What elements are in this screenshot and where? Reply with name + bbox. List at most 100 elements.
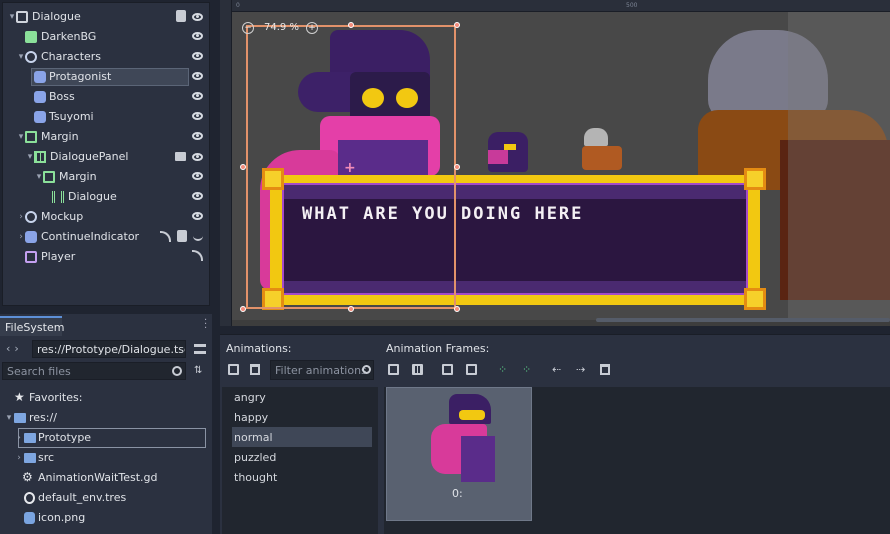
chevron-right-icon[interactable]: › [14, 433, 24, 443]
visibility-eye-icon[interactable] [192, 132, 203, 140]
folder-icon [24, 453, 36, 463]
insert-before-icon[interactable]: ⁘ [498, 364, 510, 376]
visibility-eye-icon[interactable] [192, 92, 203, 100]
fs-item-prototype[interactable]: › Prototype [0, 428, 210, 448]
tree-item-tsuyomi[interactable]: Tsuyomi [3, 107, 209, 127]
small-protagonist-scarf [488, 150, 508, 164]
tree-item-characters[interactable]: ▾ Characters [3, 47, 209, 67]
visibility-eye-icon[interactable] [192, 152, 203, 161]
signal-icon[interactable] [192, 250, 203, 261]
resize-handle[interactable] [240, 164, 246, 170]
copy-icon[interactable] [442, 364, 454, 376]
delete-frame-icon[interactable] [600, 364, 612, 376]
tree-item-margin-nested[interactable]: ▾ Margin [3, 167, 209, 187]
visibility-eye-icon[interactable] [192, 13, 203, 21]
horizontal-scrollbar[interactable] [596, 318, 890, 322]
node-circle-icon [25, 211, 37, 223]
pivot-cross-icon[interactable]: + [344, 160, 356, 176]
resize-handle[interactable] [348, 22, 354, 28]
resize-handle[interactable] [240, 306, 246, 312]
history-nav-icons[interactable]: ‹› [6, 342, 23, 355]
search-files-input[interactable]: Search files [2, 362, 186, 380]
margin-container-icon [25, 131, 37, 143]
tree-item-label: Dialogue [32, 10, 81, 23]
fs-item-label: default_env.tres [38, 491, 127, 504]
zoom-level[interactable]: 74.9 % [264, 22, 299, 33]
new-animation-icon[interactable] [228, 364, 240, 376]
filesystem-panel: FileSystem · · · ‹› res://Prototype/Dialog… [0, 314, 212, 534]
animation-item-puzzled[interactable]: puzzled [234, 451, 276, 464]
resize-handle[interactable] [454, 164, 460, 170]
rich-text-icon [52, 191, 64, 203]
tree-item-boss[interactable]: Boss [3, 87, 209, 107]
script-icon[interactable] [177, 230, 187, 242]
load-frames-icon[interactable] [388, 364, 400, 376]
visibility-eye-icon[interactable] [192, 212, 203, 220]
script-icon[interactable] [176, 10, 186, 22]
grid-frames-icon[interactable] [412, 364, 424, 376]
animation-list[interactable]: angry happy normal puzzled thought [222, 387, 378, 534]
tree-item-margin[interactable]: ▾ Margin [3, 127, 209, 147]
split-mode-icon[interactable] [194, 344, 206, 354]
zoom-in-button[interactable]: + [306, 22, 318, 34]
resize-handle[interactable] [348, 306, 354, 312]
globe-icon [24, 492, 35, 504]
path-field[interactable]: res://Prototype/Dialogue.tscn [32, 340, 186, 358]
tree-item-label: DialoguePanel [50, 150, 129, 163]
2d-viewport[interactable]: WHAT ARE YOU DOING HERE + − 74.9 % + 0 5… [220, 0, 890, 326]
tree-item-continueindicator[interactable]: › ContinueIndicator [3, 227, 209, 247]
animation-item-happy[interactable]: happy [234, 411, 268, 424]
visibility-eye-icon[interactable] [192, 192, 203, 200]
visibility-eye-icon[interactable] [192, 112, 203, 120]
tree-item-dialogue-label[interactable]: Dialogue [3, 187, 209, 207]
visibility-eye-icon[interactable] [192, 172, 203, 180]
frame-tile[interactable] [386, 387, 532, 521]
fs-item-label: Prototype [38, 431, 92, 444]
visibility-eye-icon[interactable] [192, 52, 203, 60]
fs-item-icon-png[interactable]: icon.png [0, 508, 210, 528]
move-left-icon[interactable]: ⇠ [552, 364, 564, 376]
fs-item-src[interactable]: › src [0, 448, 210, 468]
animation-item-angry[interactable]: angry [234, 391, 266, 404]
frame-thumb-body [461, 436, 495, 482]
animation-item-thought[interactable]: thought [234, 471, 277, 484]
hidden-eye-icon[interactable] [193, 236, 203, 241]
filter-animations-input[interactable]: Filter animations [270, 360, 374, 380]
tree-item-mockup[interactable]: › Mockup [3, 207, 209, 227]
visibility-eye-icon[interactable] [192, 32, 203, 40]
tree-item-dialogue-root[interactable]: ▾ Dialogue [3, 7, 209, 27]
visibility-eye-icon[interactable] [192, 72, 203, 80]
gear-icon: ⚙ [22, 470, 33, 484]
ruler-vertical[interactable] [220, 0, 232, 326]
panel-menu-icon[interactable]: · · · [204, 316, 208, 334]
film-icon[interactable] [175, 152, 186, 161]
fs-item-default-env[interactable]: default_env.tres [0, 488, 210, 508]
sort-icon[interactable]: ⇅ [194, 365, 206, 377]
tree-item-label: DarkenBG [41, 30, 97, 43]
resize-handle[interactable] [454, 306, 460, 312]
animation-frames-heading: Animation Frames: [386, 342, 490, 355]
fs-item-res[interactable]: ▾ res:// [0, 408, 210, 428]
insert-after-icon[interactable]: ⁘ [522, 364, 534, 376]
sprite-frames-panel: Animations: Animation Frames: Filter ani… [220, 334, 890, 534]
tree-item-dialoguepanel[interactable]: ▾ DialoguePanel [3, 147, 209, 167]
signal-icon[interactable] [160, 230, 171, 242]
chevron-right-icon[interactable]: › [14, 453, 24, 463]
tab-filesystem[interactable]: FileSystem [0, 316, 64, 336]
ruler-mark: 500 [626, 2, 638, 9]
resize-handle[interactable] [454, 22, 460, 28]
chevron-down-icon[interactable]: ▾ [4, 413, 14, 423]
zoom-out-button[interactable]: − [242, 22, 254, 34]
tree-item-player[interactable]: Player [3, 247, 209, 267]
animation-item-normal[interactable]: normal [234, 431, 273, 444]
fs-item-animationwaittest[interactable]: ⚙ AnimationWaitTest.gd [0, 468, 210, 488]
favorites-row[interactable]: ★ Favorites: [0, 388, 210, 408]
ruler-horizontal[interactable]: 0 500 [220, 0, 890, 12]
tree-item-protagonist[interactable]: Protagonist [3, 67, 209, 87]
tree-item-label: Characters [41, 50, 102, 63]
tree-item-darkenbg[interactable]: DarkenBG [3, 27, 209, 47]
delete-animation-icon[interactable] [250, 364, 262, 376]
move-right-icon[interactable]: ⇢ [576, 364, 588, 376]
animated-sprite-icon [34, 111, 46, 123]
paste-icon[interactable] [466, 364, 478, 376]
